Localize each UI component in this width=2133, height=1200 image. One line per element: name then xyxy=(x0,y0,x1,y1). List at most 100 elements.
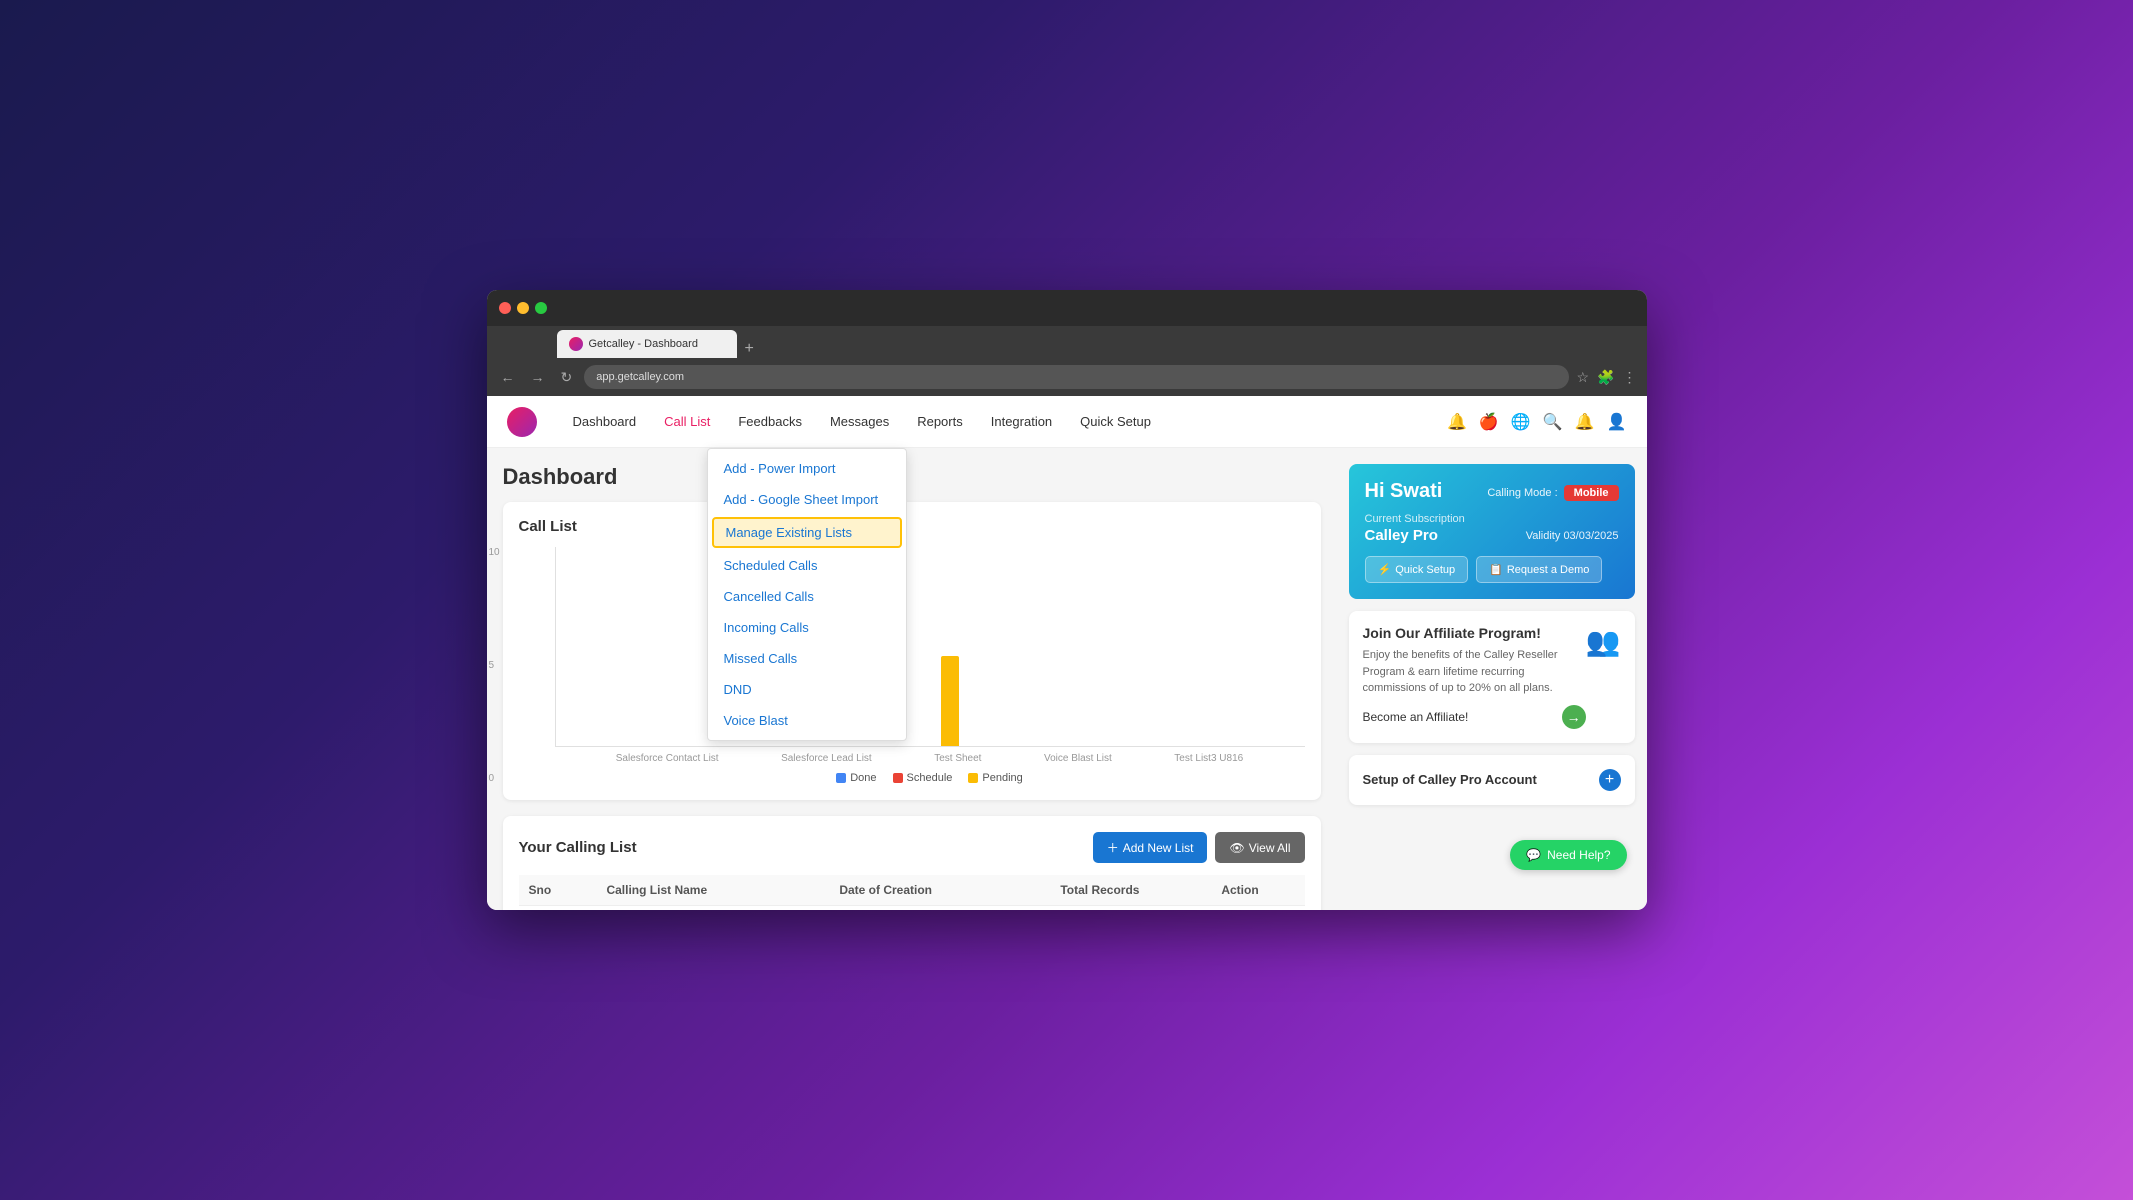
calling-list-header: Your Calling List ＋ Add New List 👁 View … xyxy=(519,832,1305,863)
alert-icon[interactable]: 🔔 xyxy=(1575,412,1595,432)
affiliate-footer: Become an Affiliate! → xyxy=(1363,705,1586,729)
forward-button[interactable]: → xyxy=(527,365,549,389)
profile-card: Hi Swati Calling Mode : Mobile Current S… xyxy=(1349,464,1635,599)
subscription-row: Current Subscription Calley Pro Validity… xyxy=(1365,513,1619,544)
affiliate-desc: Enjoy the benefits of the Calley Reselle… xyxy=(1363,647,1586,697)
dropdown-item-dnd[interactable]: DND xyxy=(708,674,906,705)
subscription-name: Calley Pro xyxy=(1365,527,1438,544)
bar-pending-2 xyxy=(941,656,959,746)
chart-bars xyxy=(556,547,1305,746)
dropdown-item-cancelledcalls[interactable]: Cancelled Calls xyxy=(708,581,906,612)
dropdown-item-incomingcalls[interactable]: Incoming Calls xyxy=(708,612,906,643)
nav-items: Dashboard Call List Feedbacks Messages R… xyxy=(561,408,1423,435)
tab-bar: Getcalley - Dashboard + xyxy=(487,326,1647,358)
dropdown-item-powerimport[interactable]: Add - Power Import xyxy=(708,453,906,484)
extension-icon[interactable]: 🧩 xyxy=(1597,369,1614,386)
main-body: Dashboard Call List 10 5 0 xyxy=(487,448,1647,910)
col-records: Total Records xyxy=(1050,875,1211,906)
setup-card: Setup of Calley Pro Account + xyxy=(1349,755,1635,805)
chart-legend: Done Schedule Pending xyxy=(555,772,1305,784)
dropdown-item-missedcalls[interactable]: Missed Calls xyxy=(708,643,906,674)
minimize-icon[interactable] xyxy=(517,302,529,314)
legend-done-label: Done xyxy=(850,772,876,784)
calling-list-actions: ＋ Add New List 👁 View All xyxy=(1093,832,1305,863)
calling-list-section: Your Calling List ＋ Add New List 👁 View … xyxy=(503,816,1321,910)
calllist-chart-section: Call List 10 5 0 xyxy=(503,502,1321,800)
main-content: Dashboard Call List 10 5 0 xyxy=(487,448,1337,910)
x-label-0: Salesforce Contact List xyxy=(616,753,719,764)
calling-list-title: Your Calling List xyxy=(519,839,637,856)
people-icon: 👥 xyxy=(1586,625,1621,658)
nav-item-dashboard[interactable]: Dashboard xyxy=(561,408,649,435)
row-sno-0: 20 xyxy=(519,906,597,911)
setup-plus-button[interactable]: + xyxy=(1599,769,1621,791)
search-icon[interactable]: 🔍 xyxy=(1543,412,1563,432)
legend-pending: Pending xyxy=(968,772,1022,784)
profile-mode-row: Hi Swati Calling Mode : Mobile xyxy=(1365,480,1619,505)
nav-item-feedbacks[interactable]: Feedbacks xyxy=(726,408,814,435)
nav-item-quicksetup[interactable]: Quick Setup xyxy=(1068,408,1163,435)
legend-schedule-dot xyxy=(893,773,903,783)
affiliate-link[interactable]: Become an Affiliate! xyxy=(1363,710,1469,724)
menu-icon[interactable]: ⋮ xyxy=(1623,369,1637,386)
apple-icon[interactable]: 🍎 xyxy=(1479,412,1499,432)
nav-item-calllist[interactable]: Call List xyxy=(652,408,722,435)
col-date: Date of Creation xyxy=(829,875,1050,906)
dropdown-item-scheduledcalls[interactable]: Scheduled Calls xyxy=(708,550,906,581)
page-title: Dashboard xyxy=(503,464,1321,490)
nav-item-reports[interactable]: Reports xyxy=(905,408,975,435)
dropdown-item-voiceblast[interactable]: Voice Blast xyxy=(708,705,906,736)
eye-icon: 👁 xyxy=(1229,841,1244,855)
row-date-0: 27 Jan 2025 19:08:36 xyxy=(829,906,1050,911)
subscription-label: Current Subscription xyxy=(1365,513,1619,525)
x-label-3: Voice Blast List xyxy=(1044,753,1112,764)
legend-pending-dot xyxy=(968,773,978,783)
row-action-0[interactable]: ☰ xyxy=(1211,906,1304,911)
app-content: Dashboard Call List Feedbacks Messages R… xyxy=(487,396,1647,910)
nav-item-integration[interactable]: Integration xyxy=(979,408,1064,435)
calling-list-table: Sno Calling List Name Date of Creation T… xyxy=(519,875,1305,910)
whatsapp-help-button[interactable]: 💬 Need Help? xyxy=(1510,840,1626,870)
dropdown-item-managelists[interactable]: Manage Existing Lists xyxy=(712,517,902,548)
bookmark-icon[interactable]: ☆ xyxy=(1577,369,1590,386)
profile-greeting: Hi Swati xyxy=(1365,480,1443,503)
user-icon[interactable]: 👤 xyxy=(1607,412,1627,432)
demo-icon: 📋 xyxy=(1489,563,1503,576)
chart-y-labels: 10 5 0 xyxy=(489,547,500,784)
maximize-icon[interactable] xyxy=(535,302,547,314)
row-records-0: 0 xyxy=(1050,906,1211,911)
calllist-chart-title: Call List xyxy=(519,518,1305,535)
validity-date: Validity 03/03/2025 xyxy=(1526,530,1619,542)
nav-item-messages[interactable]: Messages xyxy=(818,408,901,435)
dropdown-item-googleimport[interactable]: Add - Google Sheet Import xyxy=(708,484,906,515)
browser-titlebar xyxy=(487,290,1647,326)
setup-title: Setup of Calley Pro Account xyxy=(1363,772,1537,787)
refresh-button[interactable]: ↻ xyxy=(557,365,577,390)
browser-tab[interactable]: Getcalley - Dashboard xyxy=(557,330,737,358)
logo xyxy=(507,407,537,437)
view-all-button[interactable]: 👁 View All xyxy=(1215,832,1304,863)
x-label-4: Test List3 U816 xyxy=(1174,753,1243,764)
legend-pending-label: Pending xyxy=(982,772,1022,784)
close-icon[interactable] xyxy=(499,302,511,314)
add-new-list-button[interactable]: ＋ Add New List xyxy=(1093,832,1208,863)
chart-x-labels: Salesforce Contact List Salesforce Lead … xyxy=(555,747,1305,764)
whatsapp-label: Need Help? xyxy=(1547,848,1610,862)
legend-done: Done xyxy=(836,772,876,784)
request-demo-button[interactable]: 📋 Request a Demo xyxy=(1476,556,1602,583)
back-button[interactable]: ← xyxy=(497,365,519,389)
profile-actions: ⚡ Quick Setup 📋 Request a Demo xyxy=(1365,556,1619,583)
quick-setup-button[interactable]: ⚡ Quick Setup xyxy=(1365,556,1469,583)
col-name: Calling List Name xyxy=(596,875,829,906)
setup-icon: ⚡ xyxy=(1378,563,1392,576)
affiliate-card: Join Our Affiliate Program! Enjoy the be… xyxy=(1349,611,1635,743)
col-sno: Sno xyxy=(519,875,597,906)
top-nav: Dashboard Call List Feedbacks Messages R… xyxy=(487,396,1647,448)
notification-bell-icon[interactable]: 🔔 xyxy=(1447,412,1467,432)
nav-right: 🔔 🍎 🌐 🔍 🔔 👤 xyxy=(1447,412,1627,432)
affiliate-arrow-button[interactable]: → xyxy=(1562,705,1586,729)
address-input[interactable] xyxy=(584,365,1568,389)
globe-icon[interactable]: 🌐 xyxy=(1511,412,1531,432)
calling-mode-label: Calling Mode : xyxy=(1487,487,1557,499)
new-tab-button[interactable]: + xyxy=(745,340,754,358)
